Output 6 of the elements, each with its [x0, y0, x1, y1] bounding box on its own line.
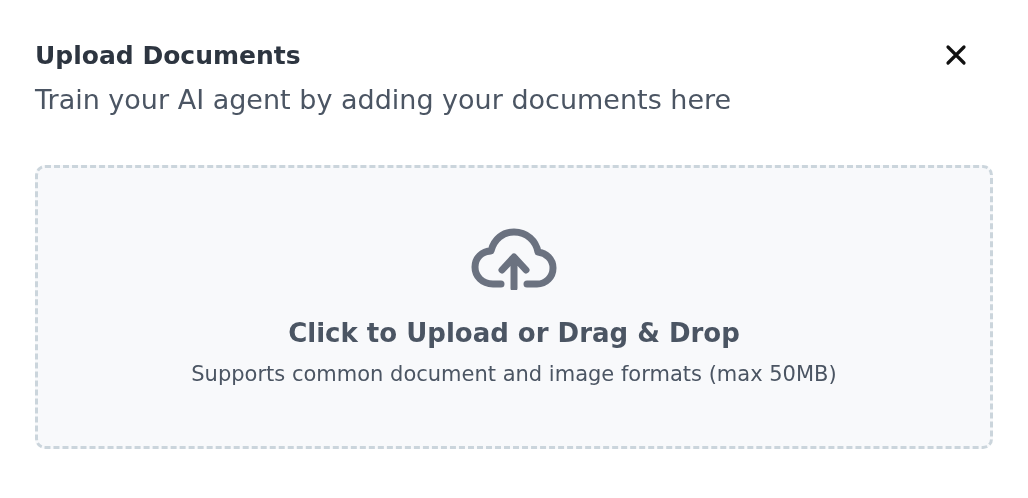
cloud-upload-icon: [471, 228, 557, 290]
dialog-title: Upload Documents: [35, 40, 301, 70]
upload-dropzone[interactable]: Click to Upload or Drag & Drop Supports common document and image formats (max 50MB): [35, 165, 993, 449]
dialog-subtitle: Train your AI agent by adding your documents here: [35, 84, 733, 115]
upload-hint: Supports common document and image formats (max 50MB): [191, 362, 837, 386]
upload-heading: Click to Upload or Drag & Drop: [288, 318, 740, 348]
